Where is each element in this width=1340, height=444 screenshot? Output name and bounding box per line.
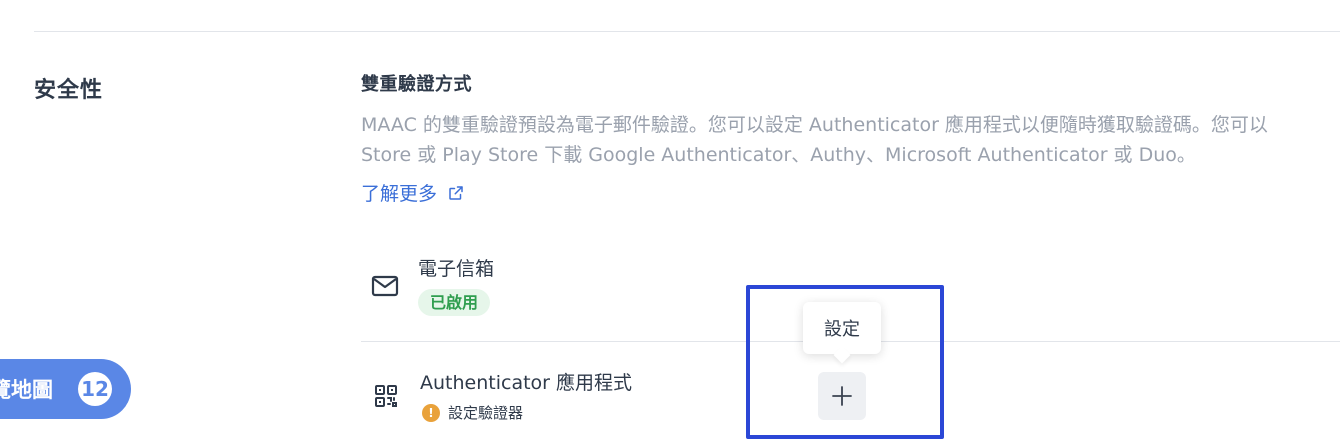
mfa-title: 雙重驗證方式: [361, 74, 472, 95]
plus-icon: [832, 386, 852, 406]
learn-more-link[interactable]: 了解更多: [361, 179, 465, 206]
mfa-description: MAAC 的雙重驗證預設為電子郵件驗證。您可以設定 Authenticator …: [361, 110, 1340, 170]
qr-code-icon: [375, 385, 397, 407]
authenticator-method-name: Authenticator 應用程式: [420, 372, 633, 394]
warning-icon: !: [422, 403, 440, 422]
setup-authenticator-button[interactable]: [818, 372, 866, 420]
guided-tour-button[interactable]: 覽地圖 12: [0, 359, 131, 419]
mfa-description-line-2: Store 或 Play Store 下載 Google Authenticat…: [361, 144, 1196, 166]
security-settings-page: 安全性 雙重驗證方式 MAAC 的雙重驗證預設為電子郵件驗證。您可以設定 Aut…: [0, 0, 1340, 444]
external-link-icon: [449, 185, 463, 200]
mfa-description-line-1: MAAC 的雙重驗證預設為電子郵件驗證。您可以設定 Authenticator …: [361, 114, 1268, 136]
top-divider: [34, 31, 1340, 32]
section-title: 安全性: [34, 78, 104, 103]
email-method-name: 電子信箱: [418, 258, 495, 280]
authenticator-status-label: 設定驗證器: [448, 404, 524, 422]
learn-more-label: 了解更多: [361, 183, 438, 205]
setup-tooltip: 設定: [803, 302, 881, 354]
tour-label: 覽地圖: [0, 378, 53, 402]
authenticator-status: ! 設定驗證器: [422, 402, 523, 423]
mail-icon: [371, 275, 399, 297]
tooltip-label: 設定: [824, 319, 860, 340]
email-status-badge: 已啟用: [418, 289, 491, 316]
tour-count-badge: 12: [78, 372, 112, 406]
